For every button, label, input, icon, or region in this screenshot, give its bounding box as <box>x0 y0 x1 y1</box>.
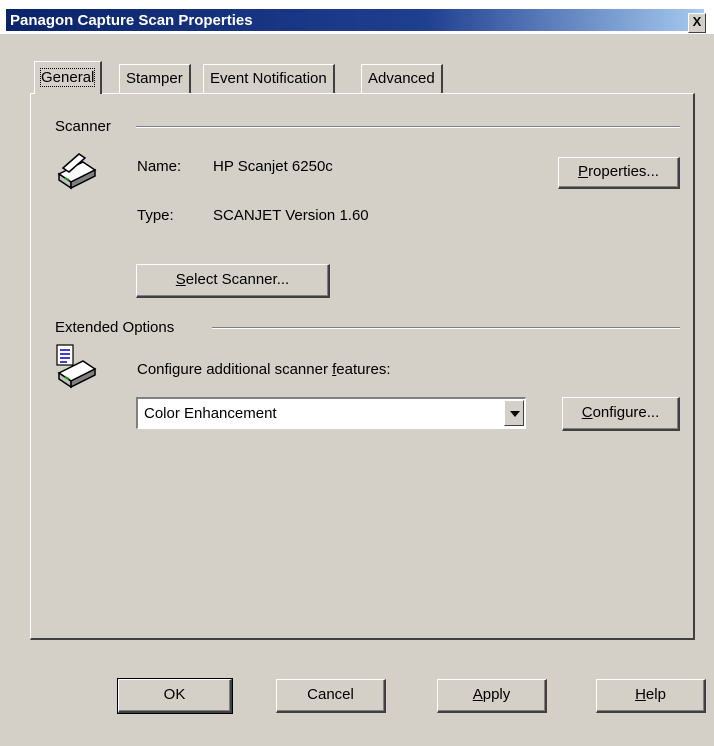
close-button[interactable]: X <box>688 13 706 33</box>
properties-button-mnemonic: P <box>578 163 589 180</box>
scanner-group-title: Scanner <box>55 118 111 135</box>
extended-options-group-title: Extended Options <box>55 319 175 336</box>
scanner-group-divider <box>136 126 680 128</box>
help-button[interactable]: Help <box>596 679 706 713</box>
tab-advanced[interactable]: Advanced <box>361 64 443 93</box>
tab-general[interactable]: General <box>34 61 103 94</box>
help-button-mnemonic: H <box>635 686 646 703</box>
extended-options-selected-value: Color Enhancement <box>144 405 277 422</box>
window-title: Panagon Capture Scan Properties <box>10 12 253 29</box>
tab-event-notification-label: Event Notification <box>210 70 327 87</box>
scanner-type-value: SCANJET Version 1.60 <box>213 207 369 224</box>
properties-button[interactable]: Properties... <box>558 157 680 189</box>
help-button-label: elp <box>645 686 666 703</box>
tab-advanced-label: Advanced <box>368 70 435 87</box>
title-bar: Panagon Capture Scan Properties X <box>0 0 714 34</box>
configure-features-text-post: eatures: <box>336 361 391 378</box>
properties-button-label: roperties... <box>588 163 659 180</box>
ok-button[interactable]: OK <box>117 678 233 714</box>
scanner-icon <box>57 153 97 190</box>
select-scanner-button[interactable]: Select Scanner... <box>136 264 330 298</box>
apply-button-mnemonic: A <box>472 686 483 703</box>
configure-features-text-pre: Configure additional scanner <box>137 361 333 378</box>
extended-options-group-divider <box>212 327 680 329</box>
scanner-name-label: Name: <box>137 158 182 175</box>
select-scanner-button-label: elect Scanner... <box>185 271 290 288</box>
extended-options-dropdown[interactable]: Color Enhancement <box>136 397 526 429</box>
tab-stamper-label: Stamper <box>126 70 183 87</box>
tab-stamper[interactable]: Stamper <box>119 64 191 93</box>
apply-button-label: pply <box>482 686 511 703</box>
scanner-name-value: HP Scanjet 6250c <box>213 158 333 175</box>
tab-general-label: General <box>39 68 96 87</box>
configure-button[interactable]: Configure... <box>562 397 680 431</box>
configure-button-label: onfigure... <box>592 404 660 421</box>
cancel-button[interactable]: Cancel <box>276 679 386 713</box>
tab-event-notification[interactable]: Event Notification <box>203 64 335 93</box>
chevron-down-icon[interactable] <box>504 400 524 426</box>
configure-features-label: Configure additional scanner features: <box>137 361 391 378</box>
apply-button[interactable]: Apply <box>437 679 547 713</box>
select-scanner-button-mnemonic: S <box>175 271 186 288</box>
scanner-type-label: Type: <box>137 207 174 224</box>
scanner-document-icon <box>56 344 97 389</box>
configure-button-mnemonic: C <box>581 404 593 421</box>
